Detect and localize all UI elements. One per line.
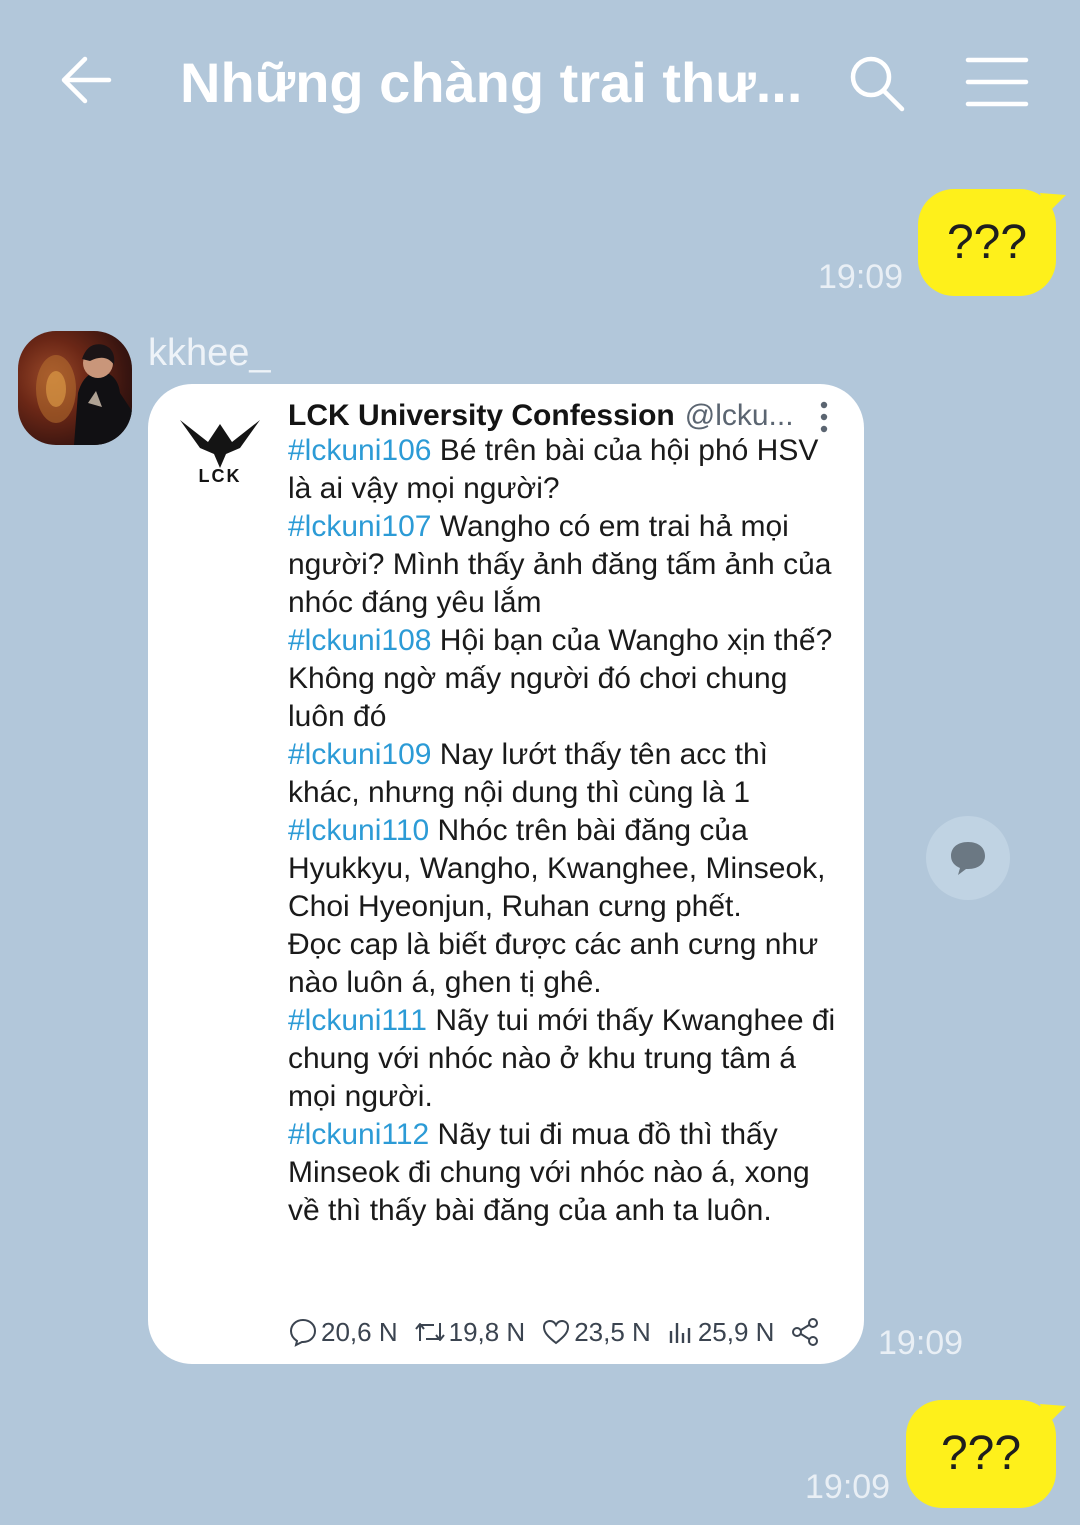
tweet-paragraph: #lckuni111 Nãy tui mới thấy Kwanghee đi … — [288, 1002, 838, 1116]
tweet-paragraph: #lckuni110 Nhóc trên bài đăng của Hyukky… — [288, 812, 838, 926]
tweet-paragraph: #lckuni109 Nay lướt thấy tên acc thì khá… — [288, 736, 838, 812]
hashtag[interactable]: #lckuni107 — [288, 510, 431, 543]
views-count: 25,9 N — [697, 1316, 775, 1347]
more-options-button[interactable] — [816, 400, 832, 434]
hashtag[interactable]: #lckuni106 — [288, 434, 431, 467]
comment-button[interactable] — [926, 816, 1010, 900]
avatar-image — [36, 344, 132, 445]
like-icon — [543, 1319, 570, 1345]
tweet-paragraph: Đọc cap là biết được các anh cưng như nà… — [288, 926, 838, 1002]
reply-count: 20,6 N — [321, 1316, 398, 1347]
tweet-body: #lckuni106 Bé trên bài của hội phó HSV l… — [288, 432, 838, 1230]
back-button[interactable] — [55, 48, 119, 112]
chat-title: Những chàng trai thư... — [180, 51, 803, 114]
search-button[interactable] — [845, 52, 909, 116]
lck-logo: LCK — [178, 414, 262, 486]
hashtag[interactable]: #lckuni110 — [288, 814, 429, 847]
sender-name: kkhee_ — [148, 332, 271, 374]
retweet-icon — [414, 1323, 445, 1341]
chat-header: Những chàng trai thư... — [0, 0, 1080, 165]
logo-text: LCK — [199, 466, 242, 484]
message-time: 19:09 — [878, 1324, 964, 1362]
back-arrow-icon — [61, 56, 112, 104]
avatar[interactable] — [18, 331, 132, 445]
hashtag[interactable]: #lckuni108 — [288, 624, 431, 657]
hashtag[interactable]: #lckuni109 — [288, 738, 431, 771]
like-stat[interactable]: 23,5 N — [541, 1317, 651, 1348]
retweet-count: 19,8 N — [448, 1316, 526, 1347]
message-text: ??? — [946, 216, 1028, 269]
comment-bubble-icon — [951, 842, 985, 875]
more-vertical-icon — [820, 401, 828, 433]
tweet-paragraph: #lckuni108 Hội bạn của Wangho xịn thế? K… — [288, 622, 838, 736]
message-text: ??? — [940, 1427, 1022, 1480]
tweet-stats: 20,6 N 19,8 N 23,5 N 25,9 N — [288, 1312, 839, 1352]
share-button[interactable] — [790, 1317, 823, 1347]
tweet-paragraph: #lckuni107 Wangho có em trai hả mọi ngườ… — [288, 508, 838, 622]
post-text: Đọc cap là biết được các anh cưng như nà… — [288, 928, 819, 999]
bubble-tail — [1040, 193, 1066, 215]
outgoing-message[interactable]: ??? — [906, 1400, 1066, 1508]
menu-icon — [965, 57, 1029, 107]
tweet-author-line: LCK University Confession @lcku... — [288, 396, 808, 436]
hashtag[interactable]: #lckuni112 — [288, 1118, 429, 1151]
tweet-author: LCK University Confession — [288, 399, 675, 432]
outgoing-message[interactable]: ??? — [918, 189, 1066, 296]
views-icon — [669, 1323, 691, 1343]
reply-stat[interactable]: 20,6 N — [288, 1317, 398, 1348]
message-time: 19:09 — [805, 1468, 891, 1506]
like-count: 23,5 N — [574, 1316, 651, 1347]
shared-tweet-card[interactable]: LCK LCK University Confession @lcku... #l… — [148, 384, 864, 1364]
views-stat[interactable]: 25,9 N — [667, 1316, 775, 1348]
tweet-paragraph: #lckuni112 Nãy tui đi mua đồ thì thấy Mi… — [288, 1116, 838, 1230]
retweet-stat[interactable]: 19,8 N — [414, 1316, 526, 1348]
bubble-tail — [1040, 1404, 1066, 1426]
message-time: 19:09 — [818, 258, 904, 296]
tweet-handle: @lcku... — [684, 399, 794, 432]
search-icon — [850, 56, 905, 112]
hashtag[interactable]: #lckuni111 — [288, 1004, 427, 1037]
tweet-paragraph: #lckuni106 Bé trên bài của hội phó HSV l… — [288, 432, 838, 508]
reply-icon — [289, 1318, 317, 1347]
share-icon — [792, 1318, 819, 1346]
menu-button[interactable] — [962, 54, 1032, 110]
